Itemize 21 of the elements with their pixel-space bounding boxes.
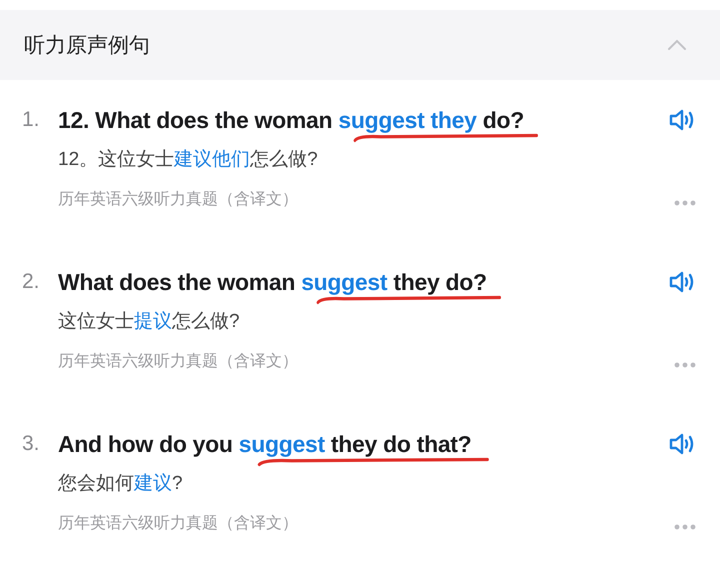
source-label: 历年英语六级听力真题（含译文） [58,352,298,372]
item-number: 3. [21,431,41,457]
section-title: 听力原声例句 [24,33,150,59]
translation: 12。这位女士建议他们怎么做? [58,148,319,172]
item-number: 1. [21,107,41,133]
speaker-icon[interactable] [668,107,696,133]
more-icon[interactable] [674,200,696,206]
section-header[interactable]: 听力原声例句 [0,10,720,80]
source-label: 历年英语六级听力真题（含译文） [58,190,298,210]
more-icon[interactable] [674,362,696,368]
translation: 这位女士提议怎么做? [58,310,241,334]
example-sentence: 12. What does the woman suggest they do? [58,102,524,138]
chevron-icon[interactable] [666,38,688,52]
speaker-icon[interactable] [668,269,696,295]
source-label: 历年英语六级听力真题（含译文） [58,514,298,534]
translation: 您会如何建议? [58,472,184,496]
speaker-icon[interactable] [668,431,696,457]
more-icon[interactable] [674,524,696,530]
item-number: 2. [21,269,41,295]
example-sentence: And how do you suggest they do that? [58,426,472,462]
example-sentence: What does the woman suggest they do? [58,264,487,300]
